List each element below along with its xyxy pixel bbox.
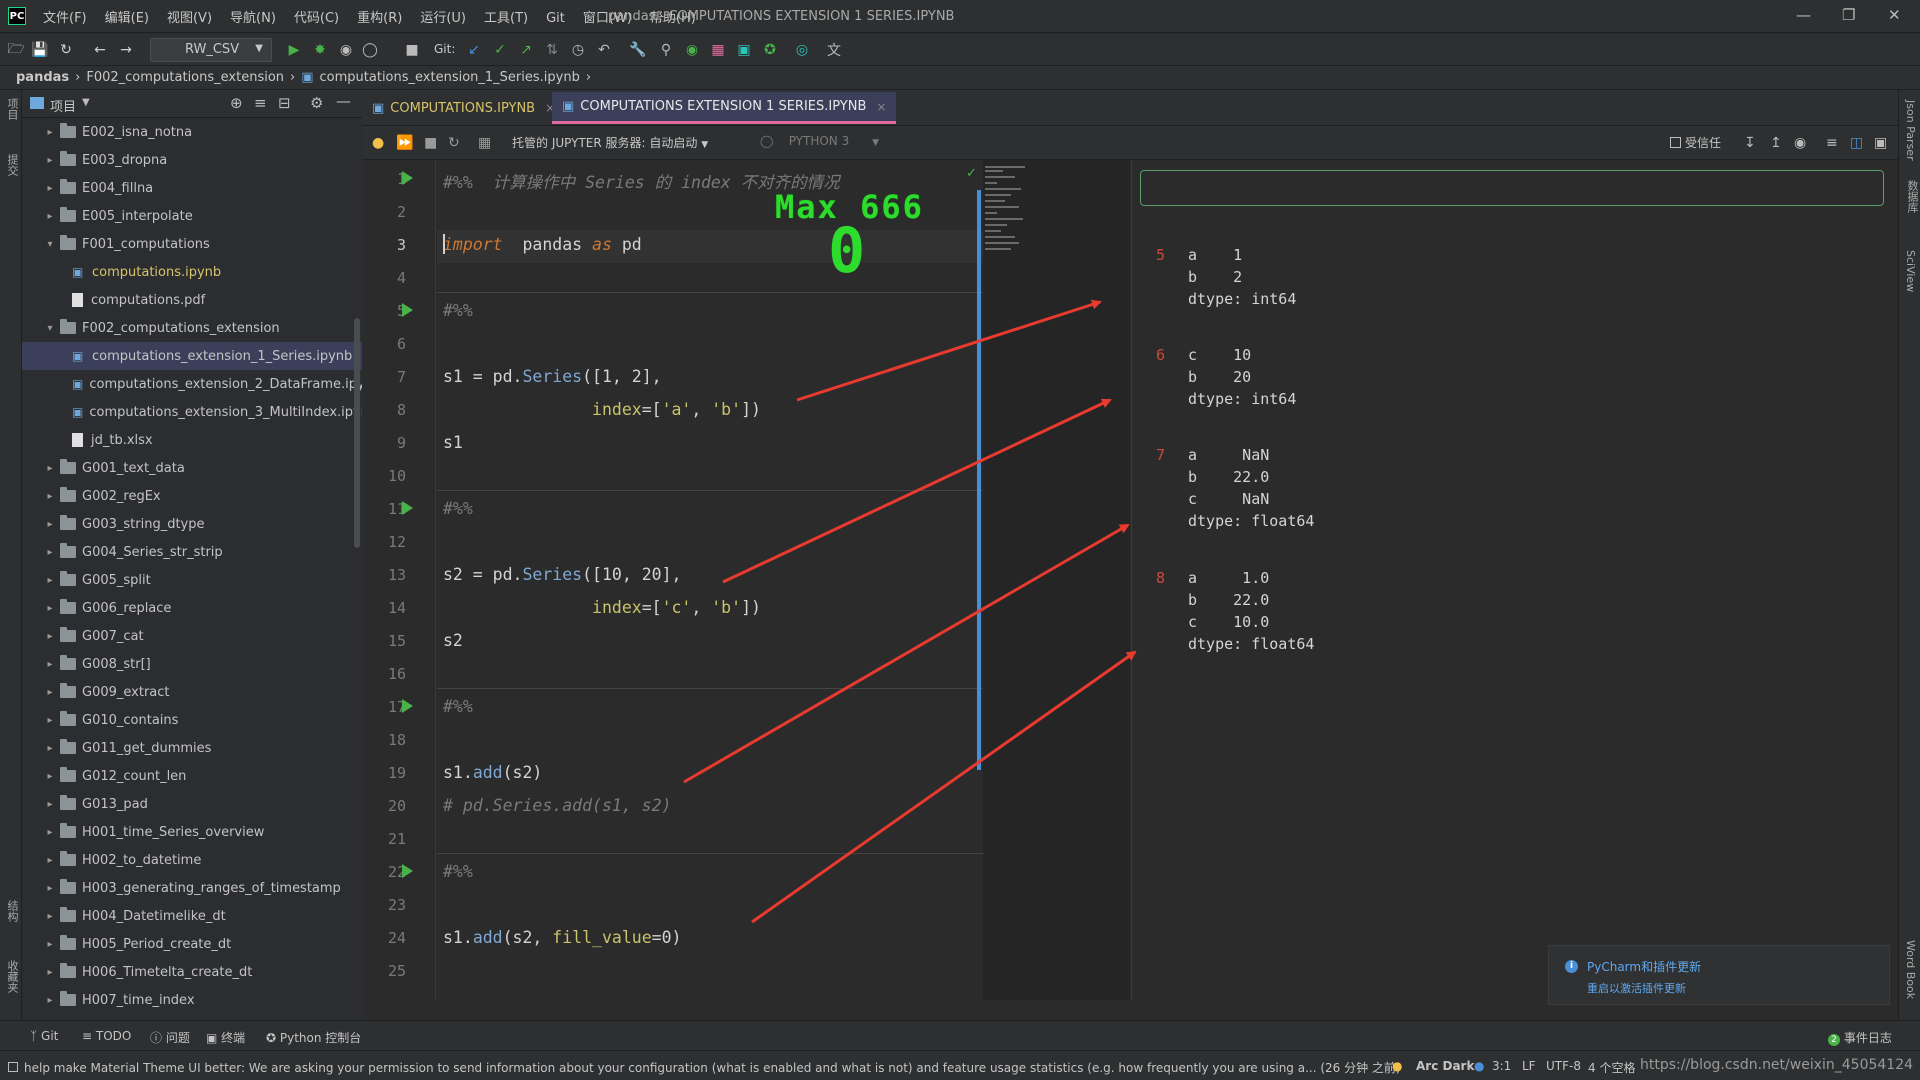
arrow-line	[683, 523, 1130, 784]
line-separator[interactable]: LF	[1522, 1059, 1536, 1073]
arrow-line	[722, 398, 1112, 584]
python-console-tool-button[interactable]: ✪ Python 控制台	[266, 1029, 361, 1046]
annotation-arrows	[683, 299, 1137, 924]
git-tool-label: Git	[41, 1029, 59, 1043]
theme-label[interactable]: Arc Dark	[1416, 1059, 1474, 1073]
terminal-tool-label: 终端	[221, 1031, 246, 1045]
todo-tool-label: TODO	[95, 1029, 132, 1043]
update-notification: i PyCharm和插件更新 重启以激活插件更新	[1548, 945, 1890, 1005]
restart-plugins-link[interactable]: 重启以激活插件更新	[1587, 980, 1686, 996]
notification-title: PyCharm和插件更新	[1587, 960, 1702, 974]
theme-dot-icon: ●	[1474, 1059, 1485, 1073]
arrow-line	[796, 299, 1102, 402]
problems-tool-label: 问题	[165, 1031, 190, 1045]
tool-window-bar: ᛉ Git ≡ TODO ⓘ 问题 ▣ 终端 ✪ Python 控制台 2 事件…	[0, 1020, 1920, 1050]
caret-position[interactable]: 3:1	[1492, 1059, 1511, 1073]
theme-icon: ●	[1392, 1059, 1403, 1073]
status-message[interactable]: help make Material Theme UI better: We a…	[8, 1059, 1401, 1076]
python-console-tool-label: Python 控制台	[279, 1031, 362, 1045]
info-icon: i	[1565, 960, 1578, 973]
event-count-icon: 2	[1828, 1034, 1840, 1046]
zero-overlay-label: 0	[828, 214, 866, 287]
status-message-text: help make Material Theme UI better: We a…	[24, 1061, 1401, 1075]
file-encoding[interactable]: UTF-8	[1546, 1059, 1581, 1073]
message-icon	[8, 1062, 18, 1072]
terminal-tool-button[interactable]: ▣ 终端	[206, 1029, 245, 1046]
indent-setting[interactable]: 4 个空格	[1588, 1059, 1635, 1076]
event-log-button[interactable]: 2 事件日志	[1828, 1029, 1892, 1046]
watermark-text: https://blog.csdn.net/weixin_45054124	[1640, 1057, 1914, 1073]
arrow-line	[751, 650, 1137, 924]
problems-tool-button[interactable]: ⓘ 问题	[150, 1029, 190, 1046]
event-log-label: 事件日志	[1843, 1031, 1892, 1045]
status-bar: help make Material Theme UI better: We a…	[0, 1050, 1920, 1080]
git-tool-button[interactable]: ᛉ Git	[30, 1029, 58, 1043]
todo-tool-button[interactable]: ≡ TODO	[82, 1029, 131, 1043]
